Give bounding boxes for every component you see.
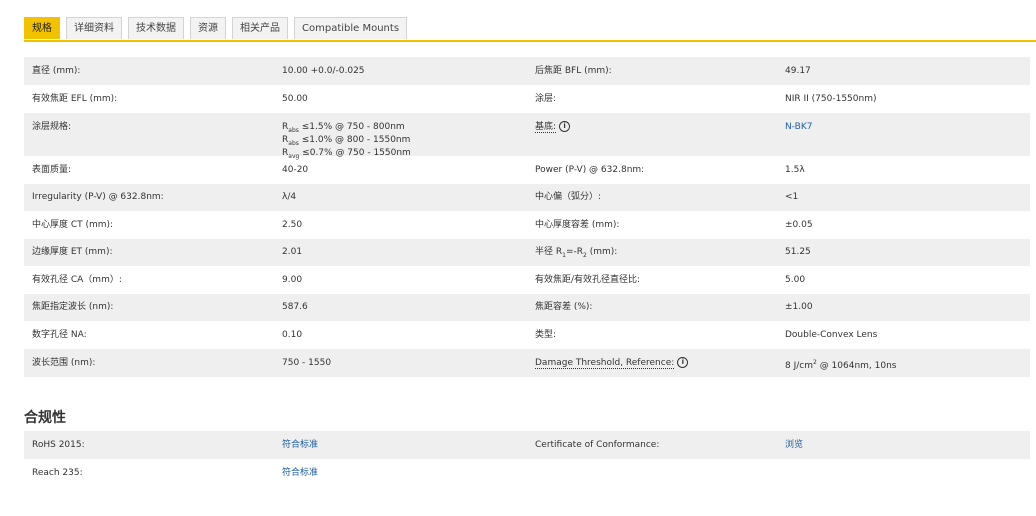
spec-label: Irregularity (P-V) @ 632.8nm:: [32, 192, 164, 202]
spec-value: ±1.00: [785, 302, 813, 312]
tab-resources[interactable]: 资源: [190, 17, 226, 39]
info-icon[interactable]: i: [677, 357, 689, 368]
table-row: 涂层规格: Rabs ≤1.5% @ 750 - 800nm Rabs ≤1.0…: [24, 113, 1030, 160]
spec-label: Damage Threshold, Reference: i: [527, 349, 777, 377]
spec-value: <1: [785, 192, 799, 202]
table-row: Reach 235: 符合标准: [24, 459, 1030, 487]
spec-label: 有效焦距/有效孔径直径比:: [535, 275, 641, 285]
spec-value: 8 J/cm2 @ 1064nm, 10ns: [777, 349, 1030, 377]
damage-threshold-label[interactable]: Damage Threshold, Reference:: [535, 358, 675, 369]
spec-label: 边缘厚度 ET (mm):: [32, 247, 113, 257]
spec-value: Double-Convex Lens: [785, 330, 878, 340]
spec-value: λ/4: [282, 192, 297, 202]
spec-label: 中心厚度容差 (mm):: [535, 220, 620, 230]
coating-sub: abs: [288, 139, 299, 147]
coating-text: ≤1.0% @ 800 - 1550nm: [298, 135, 411, 145]
spec-label: 半径 R1=-R2 (mm):: [527, 239, 777, 266]
spec-label: Certificate of Conformance:: [535, 440, 660, 450]
spec-label: 涂层:: [535, 94, 557, 104]
damage-value: @ 1064nm, 10ns: [816, 361, 897, 371]
spec-value: 5.00: [785, 275, 806, 285]
spec-value: 2.01: [282, 247, 303, 257]
table-row: 波长范围 (nm): 750 - 1550 Damage Threshold, …: [24, 349, 1030, 377]
table-row: 直径 (mm): 10.00 +0.0/-0.025 后焦距 BFL (mm):…: [24, 57, 1030, 85]
spec-label: Power (P-V) @ 632.8nm:: [535, 165, 645, 175]
substrate-label[interactable]: 基底:: [535, 122, 557, 133]
tab-underline: [24, 40, 1036, 42]
spec-value: 符合标准: [274, 431, 527, 459]
spec-label: 有效焦距 EFL (mm):: [32, 94, 118, 104]
info-icon[interactable]: i: [559, 121, 571, 132]
spec-label: 焦距指定波长 (nm):: [32, 302, 114, 312]
spec-value: 50.00: [282, 94, 308, 104]
tab-technical-data[interactable]: 技术数据: [128, 17, 184, 39]
spec-value: Rabs ≤1.5% @ 750 - 800nm Rabs ≤1.0% @ 80…: [274, 113, 527, 160]
compliance-table: RoHS 2015: 符合标准 Certificate of Conforman…: [24, 431, 1030, 487]
tab-bar: 规格 详细资料 技术数据 资源 相关产品 Compatible Mounts: [24, 17, 408, 40]
spec-value: 10.00 +0.0/-0.025: [282, 66, 365, 76]
spec-value: 51.25: [785, 247, 811, 257]
spec-value: 587.6: [282, 302, 308, 312]
spec-label: 数字孔径 NA:: [32, 330, 87, 340]
spec-label: Reach 235:: [32, 468, 83, 478]
substrate-link[interactable]: N-BK7: [785, 122, 812, 132]
reach-link[interactable]: 符合标准: [282, 468, 318, 478]
tab-related-products[interactable]: 相关产品: [232, 17, 288, 39]
spec-label: [527, 459, 777, 487]
spec-label: 基底: i: [527, 113, 777, 156]
spec-label: 后焦距 BFL (mm):: [535, 66, 612, 76]
certificate-link[interactable]: 浏览: [785, 440, 803, 450]
table-row: 有效焦距 EFL (mm): 50.00 涂层: NIR II (750-155…: [24, 85, 1030, 113]
spec-label: 类型:: [535, 330, 557, 340]
spec-label: 表面质量:: [32, 165, 72, 175]
table-row: 边缘厚度 ET (mm): 2.01 半径 R1=-R2 (mm): 51.25: [24, 239, 1030, 266]
damage-value: 8 J/cm: [785, 361, 813, 371]
spec-value: 9.00: [282, 275, 303, 285]
table-row: 数字孔径 NA: 0.10 类型: Double-Convex Lens: [24, 321, 1030, 349]
tab-details[interactable]: 详细资料: [66, 17, 122, 39]
spec-label: 波长范围 (nm):: [32, 358, 96, 368]
radius-label: =-R: [565, 247, 583, 257]
spec-table: 直径 (mm): 10.00 +0.0/-0.025 后焦距 BFL (mm):…: [24, 57, 1030, 377]
rohs-link[interactable]: 符合标准: [282, 440, 318, 450]
spec-value: 浏览: [777, 431, 1030, 459]
spec-label: 焦距容差 (%):: [535, 302, 593, 312]
radius-label: 半径 R: [535, 247, 563, 257]
spec-label: 中心偏（弧分）:: [535, 192, 602, 202]
table-row: 表面质量: 40-20 Power (P-V) @ 632.8nm: 1.5λ: [24, 156, 1030, 184]
coating-line: Rabs ≤1.0% @ 800 - 1550nm: [282, 134, 527, 147]
spec-value: NIR II (750-1550nm): [785, 94, 877, 104]
coating-sub: abs: [288, 126, 299, 134]
table-row: 有效孔径 CA（mm）: 9.00 有效焦距/有效孔径直径比: 5.00: [24, 266, 1030, 294]
tab-specifications[interactable]: 规格: [24, 17, 60, 39]
compliance-title: 合规性: [24, 410, 66, 426]
table-row: 中心厚度 CT (mm): 2.50 中心厚度容差 (mm): ±0.05: [24, 211, 1030, 239]
table-row: RoHS 2015: 符合标准 Certificate of Conforman…: [24, 431, 1030, 459]
tab-compatible-mounts[interactable]: Compatible Mounts: [294, 17, 408, 39]
spec-label: RoHS 2015:: [32, 440, 85, 450]
spec-value: 符合标准: [274, 459, 527, 487]
spec-value: ±0.05: [785, 220, 813, 230]
table-row: Irregularity (P-V) @ 632.8nm: λ/4 中心偏（弧分…: [24, 184, 1030, 211]
spec-label: 中心厚度 CT (mm):: [32, 220, 114, 230]
spec-label: 有效孔径 CA（mm）:: [32, 275, 122, 285]
spec-value: [777, 459, 1030, 487]
coating-line: Rabs ≤1.5% @ 750 - 800nm: [282, 121, 527, 134]
spec-value: 1.5λ: [785, 165, 805, 175]
spec-value: 40-20: [282, 165, 309, 175]
spec-value: N-BK7: [777, 113, 1030, 156]
table-row: 焦距指定波长 (nm): 587.6 焦距容差 (%): ±1.00: [24, 294, 1030, 321]
spec-label: 直径 (mm):: [32, 66, 81, 76]
spec-value: 2.50: [282, 220, 303, 230]
coating-text: ≤1.5% @ 750 - 800nm: [298, 122, 405, 132]
radius-label: (mm):: [586, 247, 618, 257]
spec-value: 49.17: [785, 66, 811, 76]
spec-value: 0.10: [282, 330, 303, 340]
spec-label: 涂层规格:: [32, 122, 72, 132]
spec-value: 750 - 1550: [282, 358, 332, 368]
